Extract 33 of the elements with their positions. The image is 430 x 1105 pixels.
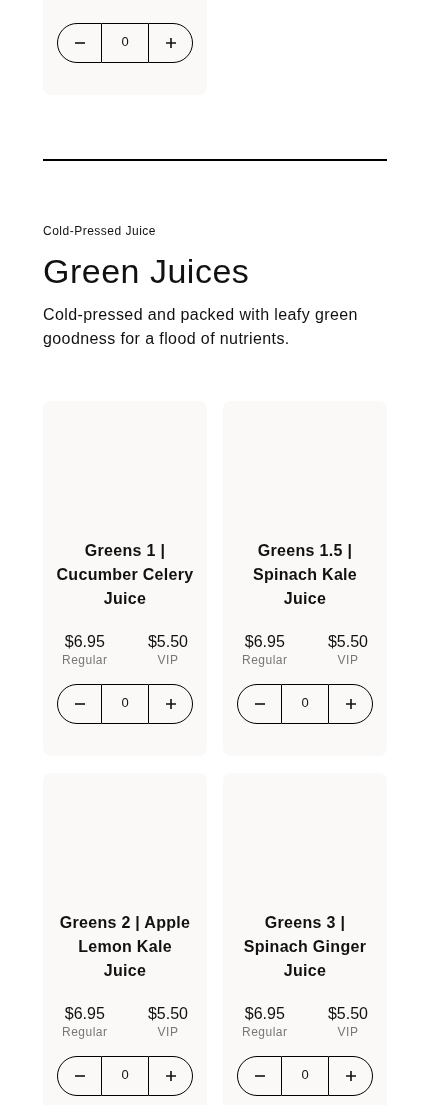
section-eyebrow: Cold-Pressed Juice xyxy=(43,223,158,239)
plus-icon xyxy=(344,698,357,710)
price-label: Regular xyxy=(62,652,108,668)
plus-icon xyxy=(344,1070,357,1082)
price-label: Regular xyxy=(242,1024,288,1040)
price-label: Regular xyxy=(62,1024,108,1040)
product-name[interactable]: Greens 1 | Cucumber Celery Juice xyxy=(55,539,195,611)
regular-price: $6.95 xyxy=(64,632,105,652)
quantity-field[interactable]: 0 xyxy=(102,23,148,63)
price-label: VIP xyxy=(337,1024,359,1040)
price-label: VIP xyxy=(157,652,179,668)
plus-icon xyxy=(164,1070,177,1082)
vip-price: $5.50 xyxy=(327,1004,368,1024)
price-label: VIP xyxy=(157,1024,179,1040)
product-name[interactable]: Greens 3 | Spinach Ginger Juice xyxy=(235,911,375,983)
plus-icon xyxy=(164,37,177,49)
plus-icon xyxy=(164,698,177,710)
regular-price: $6.95 xyxy=(244,632,285,652)
section-title: Green Juices xyxy=(43,251,251,291)
price-label: Regular xyxy=(242,652,288,668)
regular-price: $6.95 xyxy=(244,1004,285,1024)
quantity-field[interactable]: 0 xyxy=(102,684,148,724)
vip-price: $5.50 xyxy=(147,632,188,652)
vip-price: $5.50 xyxy=(147,1004,188,1024)
price-label: VIP xyxy=(337,652,359,668)
section-description: Cold-pressed and packed with leafy green goodness for a flood of nutrients. xyxy=(43,305,359,349)
product-name[interactable]: Greens 2 | Apple Lemon Kale Juice xyxy=(55,911,195,983)
regular-price: $6.95 xyxy=(64,1004,105,1024)
quantity-field[interactable]: 0 xyxy=(282,1056,328,1096)
quantity-field[interactable]: 0 xyxy=(102,1056,148,1096)
product-name[interactable]: Greens 1.5 | Spinach Kale Juice xyxy=(235,539,375,611)
quantity-field[interactable]: 0 xyxy=(282,684,328,724)
vip-price: $5.50 xyxy=(327,632,368,652)
